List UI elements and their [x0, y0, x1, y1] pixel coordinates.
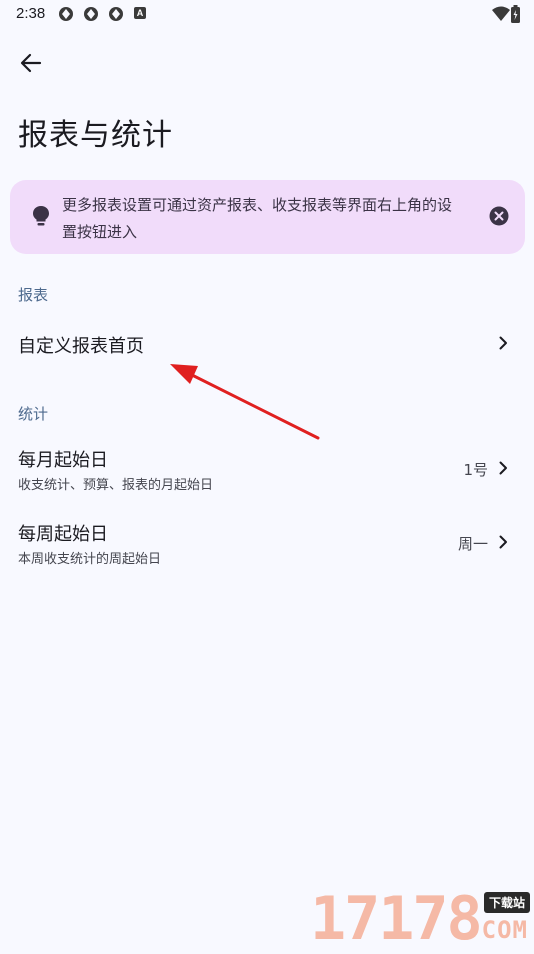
status-time: 2:38 — [16, 5, 46, 22]
page-title: 报表与统计 — [18, 118, 173, 153]
watermark-tag: 下载站 — [483, 892, 530, 913]
status-bar: 2:38 A — [0, 0, 534, 28]
watermark-domain: COM — [481, 916, 528, 944]
custom-report-home-item[interactable]: 自定义报表首页 — [0, 316, 534, 370]
wifi-icon — [492, 6, 510, 21]
app-icon — [109, 7, 123, 21]
a-icon: A — [134, 7, 146, 19]
chevron-right-icon — [499, 535, 507, 549]
app-icon — [84, 7, 98, 21]
banner-text: 更多报表设置可通过资产报表、收支报表等界面右上角的设置按钮进入 — [62, 196, 453, 241]
arrow-left-icon[interactable] — [16, 48, 46, 78]
close-circle-icon[interactable] — [489, 206, 509, 226]
row-title: 自定义报表首页 — [18, 336, 144, 357]
row-subtitle: 本周收支统计的周起始日 — [18, 552, 162, 567]
week-start-day-item[interactable]: 每周起始日 本周收支统计的周起始日 周一 — [0, 512, 534, 576]
month-start-day-item[interactable]: 每月起始日 收支统计、预算、报表的月起始日 1号 — [0, 438, 534, 502]
row-title: 每周起始日 — [18, 524, 108, 545]
app-icon — [59, 7, 73, 21]
section-header-report: 报表 — [18, 286, 49, 304]
row-value: 周一 — [457, 535, 488, 553]
section-header-stats: 统计 — [18, 405, 49, 423]
chevron-right-icon — [499, 336, 507, 350]
row-title: 每月起始日 — [18, 450, 108, 471]
watermark-logo: 17178 下载站 COM — [304, 888, 534, 950]
lightbulb-icon — [33, 206, 49, 226]
row-subtitle: 收支统计、预算、报表的月起始日 — [18, 478, 214, 493]
info-banner: 更多报表设置可通过资产报表、收支报表等界面右上角的设置按钮进入 — [10, 180, 525, 254]
battery-icon — [511, 5, 520, 23]
row-value: 1号 — [463, 461, 488, 479]
watermark-number: 17178 — [310, 884, 483, 954]
chevron-right-icon — [499, 461, 507, 475]
